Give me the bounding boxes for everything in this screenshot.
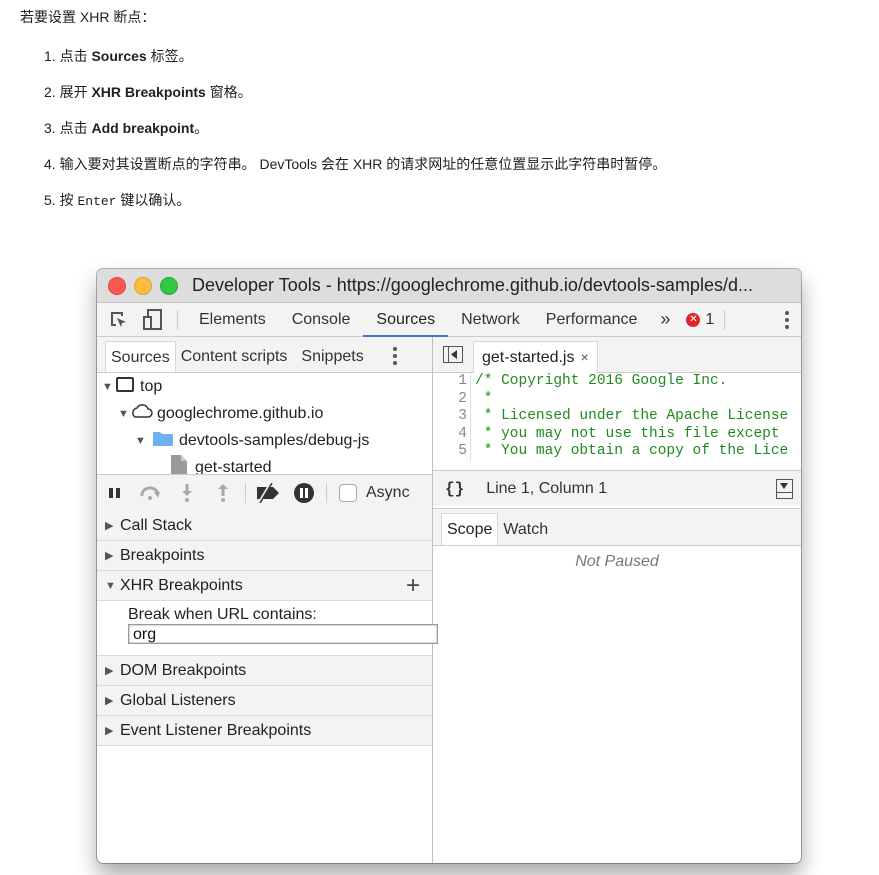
tab-network[interactable]: Network	[448, 303, 533, 336]
navigator-menu-icon[interactable]	[393, 347, 397, 365]
section-dom-breakpoints[interactable]: ▶ DOM Breakpoints	[97, 656, 432, 686]
pause-icon[interactable]	[97, 475, 133, 511]
step-2: 2. 展开 XHR Breakpoints 窗格。	[44, 84, 252, 100]
nav-tab-sources[interactable]: Sources	[105, 341, 176, 372]
pause-on-exceptions-icon[interactable]	[286, 475, 322, 511]
code-editor[interactable]: 1/* Copyright 2016 Google Inc. 2 * 3 * L…	[433, 373, 801, 470]
inspect-element-icon[interactable]	[107, 308, 131, 332]
step-3: 3. 点击 Add breakpoint。	[44, 120, 209, 136]
steps-list: 1. 点击 Sources 标签。 2. 展开 XHR Breakpoints …	[44, 46, 666, 226]
section-call-stack[interactable]: ▶ Call Stack	[97, 511, 432, 541]
step-out-icon[interactable]	[205, 475, 241, 511]
sources-panel: Sources Content scripts Snippets ▼ top ▼…	[97, 337, 801, 863]
intro-text: 若要设置 XHR 断点：	[20, 9, 156, 25]
toolbar-divider	[326, 483, 327, 503]
step-into-icon[interactable]	[169, 475, 205, 511]
expand-arrow-icon: ▼	[135, 434, 146, 447]
code-line: 3 * Licensed under the Apache License	[433, 408, 801, 426]
expanded-arrow-icon: ▼	[105, 579, 116, 592]
step-over-icon[interactable]	[133, 475, 169, 511]
toggle-debugger-icon[interactable]	[776, 478, 793, 499]
async-checkbox[interactable]	[339, 484, 357, 502]
step-1: 1. 点击 Sources 标签。	[44, 48, 193, 64]
section-xhr-breakpoints[interactable]: ▼ XHR Breakpoints +	[97, 571, 432, 601]
nav-tab-snippets[interactable]: Snippets	[296, 341, 368, 372]
close-tab-icon[interactable]: ×	[580, 349, 588, 365]
tab-scope[interactable]: Scope	[441, 513, 499, 545]
collapsed-arrow-icon: ▶	[105, 695, 114, 707]
tree-item-folder[interactable]: ▼ devtools-samples/debug-js	[97, 427, 432, 454]
tab-console[interactable]: Console	[279, 303, 364, 336]
collapsed-arrow-icon: ▶	[105, 725, 114, 737]
expand-arrow-icon: ▼	[102, 380, 113, 393]
minimize-window-button[interactable]	[134, 276, 152, 295]
collapsed-arrow-icon: ▶	[105, 665, 114, 677]
pretty-print-button[interactable]: {}	[445, 480, 464, 498]
cursor-position: Line 1, Column 1	[486, 479, 608, 497]
devtools-window: Developer Tools - https://googlechrome.g…	[97, 269, 801, 863]
device-toolbar-icon[interactable]	[141, 308, 165, 332]
nav-tab-content-scripts[interactable]: Content scripts	[176, 341, 293, 372]
frame-icon	[116, 376, 134, 397]
toolbar-divider	[724, 309, 726, 330]
toggle-navigator-icon[interactable]	[443, 346, 463, 363]
close-window-button[interactable]	[108, 276, 126, 295]
tab-elements[interactable]: Elements	[186, 303, 279, 336]
scope-tabs: Scope Watch	[433, 508, 801, 546]
tab-sources[interactable]: Sources	[363, 303, 448, 337]
add-breakpoint-button[interactable]: +	[406, 572, 420, 599]
deactivate-breakpoints-icon[interactable]	[250, 475, 286, 511]
error-icon: ✕	[686, 312, 701, 327]
zoom-window-button[interactable]	[160, 276, 178, 295]
code-line: 5 * You may obtain a copy of the Lice	[433, 443, 801, 461]
xhr-url-input[interactable]: org	[128, 624, 438, 644]
collapsed-arrow-icon: ▶	[105, 550, 114, 562]
expand-arrow-icon: ▼	[118, 407, 129, 420]
more-tabs-button[interactable]: »	[650, 309, 680, 330]
left-pane: Sources Content scripts Snippets ▼ top ▼…	[97, 337, 438, 863]
debugger-sections: ▶ Call Stack ▶ Breakpoints ▼ XHR Breakpo…	[97, 511, 438, 746]
error-counter[interactable]: ✕ 1	[686, 311, 714, 329]
xhr-breakpoint-editor: Break when URL contains: org	[97, 601, 438, 656]
debugger-toolbar: Async	[97, 474, 432, 512]
tree-item-domain[interactable]: ▼ googlechrome.github.io	[97, 400, 432, 427]
error-count: 1	[705, 310, 715, 328]
toolbar-divider	[177, 309, 178, 330]
tree-item-top[interactable]: ▼ top	[97, 373, 432, 400]
window-title: Developer Tools - https://googlechrome.g…	[192, 275, 753, 295]
code-line: 1/* Copyright 2016 Google Inc.	[433, 373, 801, 391]
not-paused-message: Not Paused	[575, 553, 659, 570]
tab-performance[interactable]: Performance	[533, 303, 651, 336]
folder-icon	[153, 430, 173, 451]
editor-status-bar: {} Line 1, Column 1	[433, 470, 801, 506]
editor-tabs: get-started.js ×	[433, 337, 801, 373]
main-toolbar: Elements Console Sources Network Perform…	[97, 303, 801, 337]
section-breakpoints[interactable]: ▶ Breakpoints	[97, 541, 432, 571]
editor-tab-get-started-js[interactable]: get-started.js ×	[473, 341, 598, 373]
xhr-url-label: Break when URL contains:	[128, 606, 317, 623]
step-4: 4. 输入要对其设置断点的字符串。 DevTools 会在 XHR 的请求网址的…	[44, 156, 667, 172]
right-pane: get-started.js × 1/* Copyright 2016 Googl…	[433, 337, 801, 863]
section-global-listeners[interactable]: ▶ Global Listeners	[97, 686, 432, 716]
collapsed-arrow-icon: ▶	[105, 520, 114, 532]
step-5: 5. 按 Enter 键以确认。	[44, 192, 191, 209]
customize-menu-icon[interactable]	[785, 310, 789, 329]
title-bar: Developer Tools - https://googlechrome.g…	[97, 269, 801, 303]
async-label: Async	[366, 484, 410, 501]
cloud-icon	[129, 403, 153, 424]
tab-watch[interactable]: Watch	[498, 514, 553, 545]
toolbar-divider	[245, 483, 246, 503]
code-line: 2 *	[433, 390, 801, 408]
navigator-tabs: Sources Content scripts Snippets	[97, 337, 432, 373]
code-line: 4 * you may not use this file except	[433, 425, 801, 443]
section-event-listener-breakpoints[interactable]: ▶ Event Listener Breakpoints	[97, 716, 432, 746]
